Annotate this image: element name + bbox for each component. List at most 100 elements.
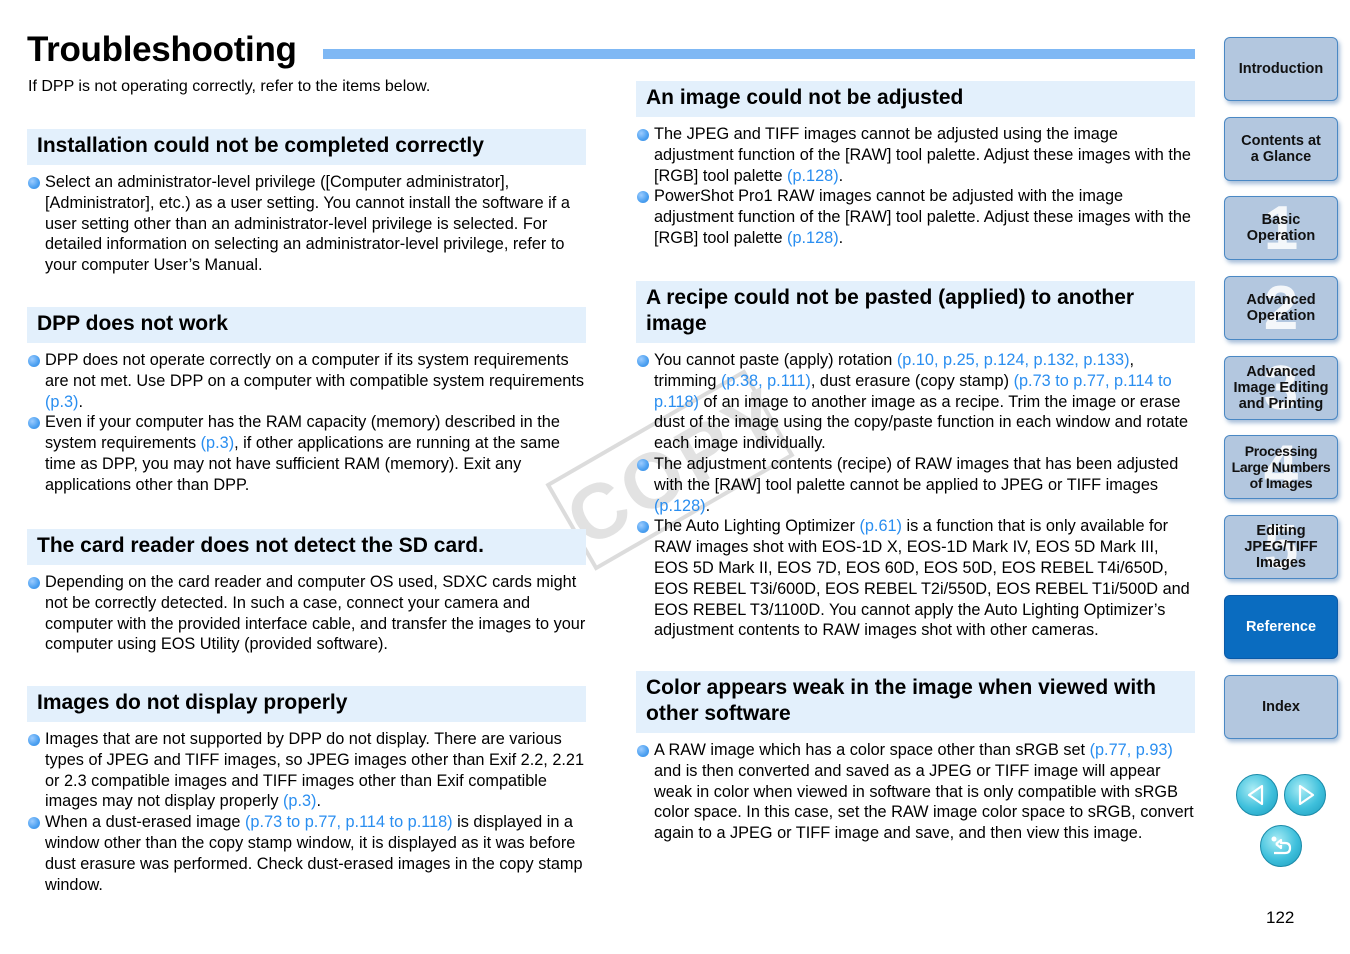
- page-reference-link[interactable]: (p.38, p.111): [721, 372, 811, 390]
- section-heading: DPP does not work: [27, 307, 586, 343]
- bullet-list: Images that are not supported by DPP do …: [27, 729, 586, 895]
- bullet-item: Images that are not supported by DPP do …: [27, 729, 586, 812]
- bullet-dot-icon: [637, 191, 649, 204]
- return-arrow-icon: [1271, 836, 1292, 855]
- bullet-text: The JPEG and TIFF images cannot be adjus…: [654, 125, 1191, 185]
- bullet-item: The JPEG and TIFF images cannot be adjus…: [636, 124, 1195, 186]
- bullet-list: Select an administrator-level privilege …: [27, 172, 586, 276]
- nav-label: Basic Operation: [1246, 212, 1316, 244]
- section-installation: Installation could not be completed corr…: [27, 129, 586, 276]
- bullet-item: A RAW image which has a color space othe…: [636, 740, 1195, 844]
- next-page-button[interactable]: [1284, 774, 1326, 816]
- bullet-text: .: [78, 392, 84, 411]
- bullet-dot-icon: [637, 521, 649, 534]
- bullet-text: A RAW image which has a color space othe…: [654, 741, 1090, 759]
- bullet-item: The adjustment contents (recipe) of RAW …: [636, 454, 1195, 516]
- nav-label: Editing JPEG/TIFF Images: [1244, 523, 1318, 571]
- page-reference-link[interactable]: (p.3): [45, 393, 78, 411]
- bullet-text: .: [705, 496, 711, 515]
- section-recipe-not-pasted: A recipe could not be pasted (applied) t…: [636, 281, 1195, 641]
- bullet-item: The Auto Lighting Optimizer (p.61) is a …: [636, 516, 1195, 641]
- nav-index[interactable]: Index: [1224, 675, 1338, 739]
- nav-label: Contents at a Glance: [1241, 133, 1321, 165]
- nav-contents-at-a-glance[interactable]: Contents at a Glance: [1224, 117, 1338, 181]
- bullet-text: The Auto Lighting Optimizer: [654, 517, 860, 536]
- bullet-item: Even if your computer has the RAM capaci…: [27, 412, 586, 495]
- bullet-text: Select an administrator-level privilege …: [45, 173, 570, 275]
- bullet-item: Depending on the card reader and compute…: [27, 572, 586, 655]
- section-heading: A recipe could not be pasted (applied) t…: [636, 281, 1195, 343]
- nav-introduction[interactable]: Introduction: [1224, 37, 1338, 101]
- nav-label: Advanced Operation: [1246, 292, 1316, 324]
- nav-editing-jpeg-tiff[interactable]: 5 Editing JPEG/TIFF Images: [1224, 515, 1338, 579]
- bullet-dot-icon: [28, 734, 40, 746]
- section-heading: Images do not display properly: [27, 686, 586, 722]
- bullet-text: Depending on the card reader and compute…: [45, 573, 586, 654]
- page-number: 122: [1266, 908, 1295, 927]
- page-title: Troubleshooting: [27, 30, 297, 69]
- bullet-text: and is then converted and saved as a JPE…: [654, 761, 1194, 843]
- bullet-list: The JPEG and TIFF images cannot be adjus…: [636, 124, 1195, 249]
- section-heading: Color appears weak in the image when vie…: [636, 671, 1195, 733]
- page-reference-link[interactable]: (p.128): [787, 167, 839, 185]
- bullet-list: A RAW image which has a color space othe…: [636, 740, 1195, 844]
- bullet-list: Depending on the card reader and compute…: [27, 572, 586, 655]
- bullet-item: Select an administrator-level privilege …: [27, 172, 586, 276]
- bullet-text: DPP does not operate correctly on a comp…: [45, 351, 585, 390]
- section-dpp-does-not-work: DPP does not work DPP does not operate co…: [27, 307, 586, 496]
- nav-advanced-operation[interactable]: 2 Advanced Operation: [1224, 276, 1338, 340]
- bullet-dot-icon: [28, 417, 40, 430]
- prev-page-button[interactable]: [1236, 774, 1278, 816]
- nav-label: Advanced Image Editing and Printing: [1233, 364, 1329, 412]
- return-button[interactable]: [1260, 825, 1302, 867]
- section-heading: Installation could not be completed corr…: [27, 129, 586, 165]
- bullet-text: .: [838, 228, 844, 247]
- page-reference-link[interactable]: (p.73 to p.77, p.114 to p.118): [245, 813, 453, 831]
- section-heading: An image could not be adjusted: [636, 81, 1195, 117]
- bullet-text: .: [316, 792, 322, 811]
- triangle-left-icon: [1247, 784, 1264, 806]
- bullet-item: You cannot paste (apply) rotation (p.10,…: [636, 350, 1195, 454]
- intro-text: If DPP is not operating correctly, refer…: [28, 78, 431, 95]
- bullet-dot-icon: [28, 577, 40, 589]
- nav-basic-operation[interactable]: 1 Basic Operation: [1224, 196, 1338, 260]
- nav-processing-large-numbers[interactable]: 4 Processing Large Numbers of Images: [1224, 435, 1338, 499]
- bullet-text: of an image to another image as a recipe…: [654, 392, 1189, 453]
- bullet-list: You cannot paste (apply) rotation (p.10,…: [636, 350, 1195, 641]
- section-card-reader: The card reader does not detect the SD c…: [27, 529, 586, 655]
- triangle-right-icon: [1298, 784, 1315, 806]
- bullet-text: The adjustment contents (recipe) of RAW …: [654, 454, 1179, 494]
- title-accent-bar: [323, 49, 1195, 59]
- page-reference-link[interactable]: (p.77, p.93): [1090, 741, 1173, 759]
- page-reference-link[interactable]: (p.61): [859, 517, 902, 535]
- page-reference-link[interactable]: (p.128): [654, 497, 706, 515]
- nav-label: Reference: [1245, 619, 1317, 635]
- bullet-text: When a dust-erased image: [45, 813, 246, 832]
- section-heading: The card reader does not detect the SD c…: [27, 529, 586, 565]
- bullet-dot-icon: [28, 177, 40, 189]
- bullet-dot-icon: [637, 458, 649, 471]
- page-reference-link[interactable]: (p.10, p.25, p.124, p.132, p.133): [897, 351, 1130, 369]
- bullet-dot-icon: [637, 745, 649, 757]
- section-color-weak: Color appears weak in the image when vie…: [636, 671, 1195, 844]
- bullet-text: You cannot paste (apply) rotation: [654, 351, 897, 369]
- section-images-display: Images do not display properly Images tha…: [27, 686, 586, 895]
- bullet-item: When a dust-erased image (p.73 to p.77, …: [27, 812, 586, 895]
- bullet-dot-icon: [28, 817, 40, 830]
- bullet-text: .: [838, 166, 844, 185]
- bullet-text: PowerShot Pro1 RAW images cannot be adju…: [654, 187, 1191, 247]
- bullet-item: DPP does not operate correctly on a comp…: [27, 350, 586, 412]
- page-reference-link[interactable]: (p.3): [201, 434, 234, 452]
- nav-reference[interactable]: Reference: [1224, 595, 1338, 659]
- bullet-dot-icon: [28, 355, 40, 367]
- bullet-list: DPP does not operate correctly on a comp…: [27, 350, 586, 496]
- nav-advanced-image-editing[interactable]: 3 Advanced Image Editing and Printing: [1224, 356, 1338, 420]
- bullet-dot-icon: [637, 355, 649, 367]
- page-reference-link[interactable]: (p.3): [283, 792, 316, 810]
- bullet-item: PowerShot Pro1 RAW images cannot be adju…: [636, 186, 1195, 248]
- page-reference-link[interactable]: (p.128): [787, 229, 839, 247]
- nav-label: Processing Large Numbers of Images: [1231, 443, 1331, 491]
- bullet-dot-icon: [637, 129, 649, 141]
- section-image-not-adjusted: An image could not be adjusted The JPEG a…: [636, 81, 1195, 249]
- bullet-text: , dust erasure (copy stamp): [810, 371, 1014, 390]
